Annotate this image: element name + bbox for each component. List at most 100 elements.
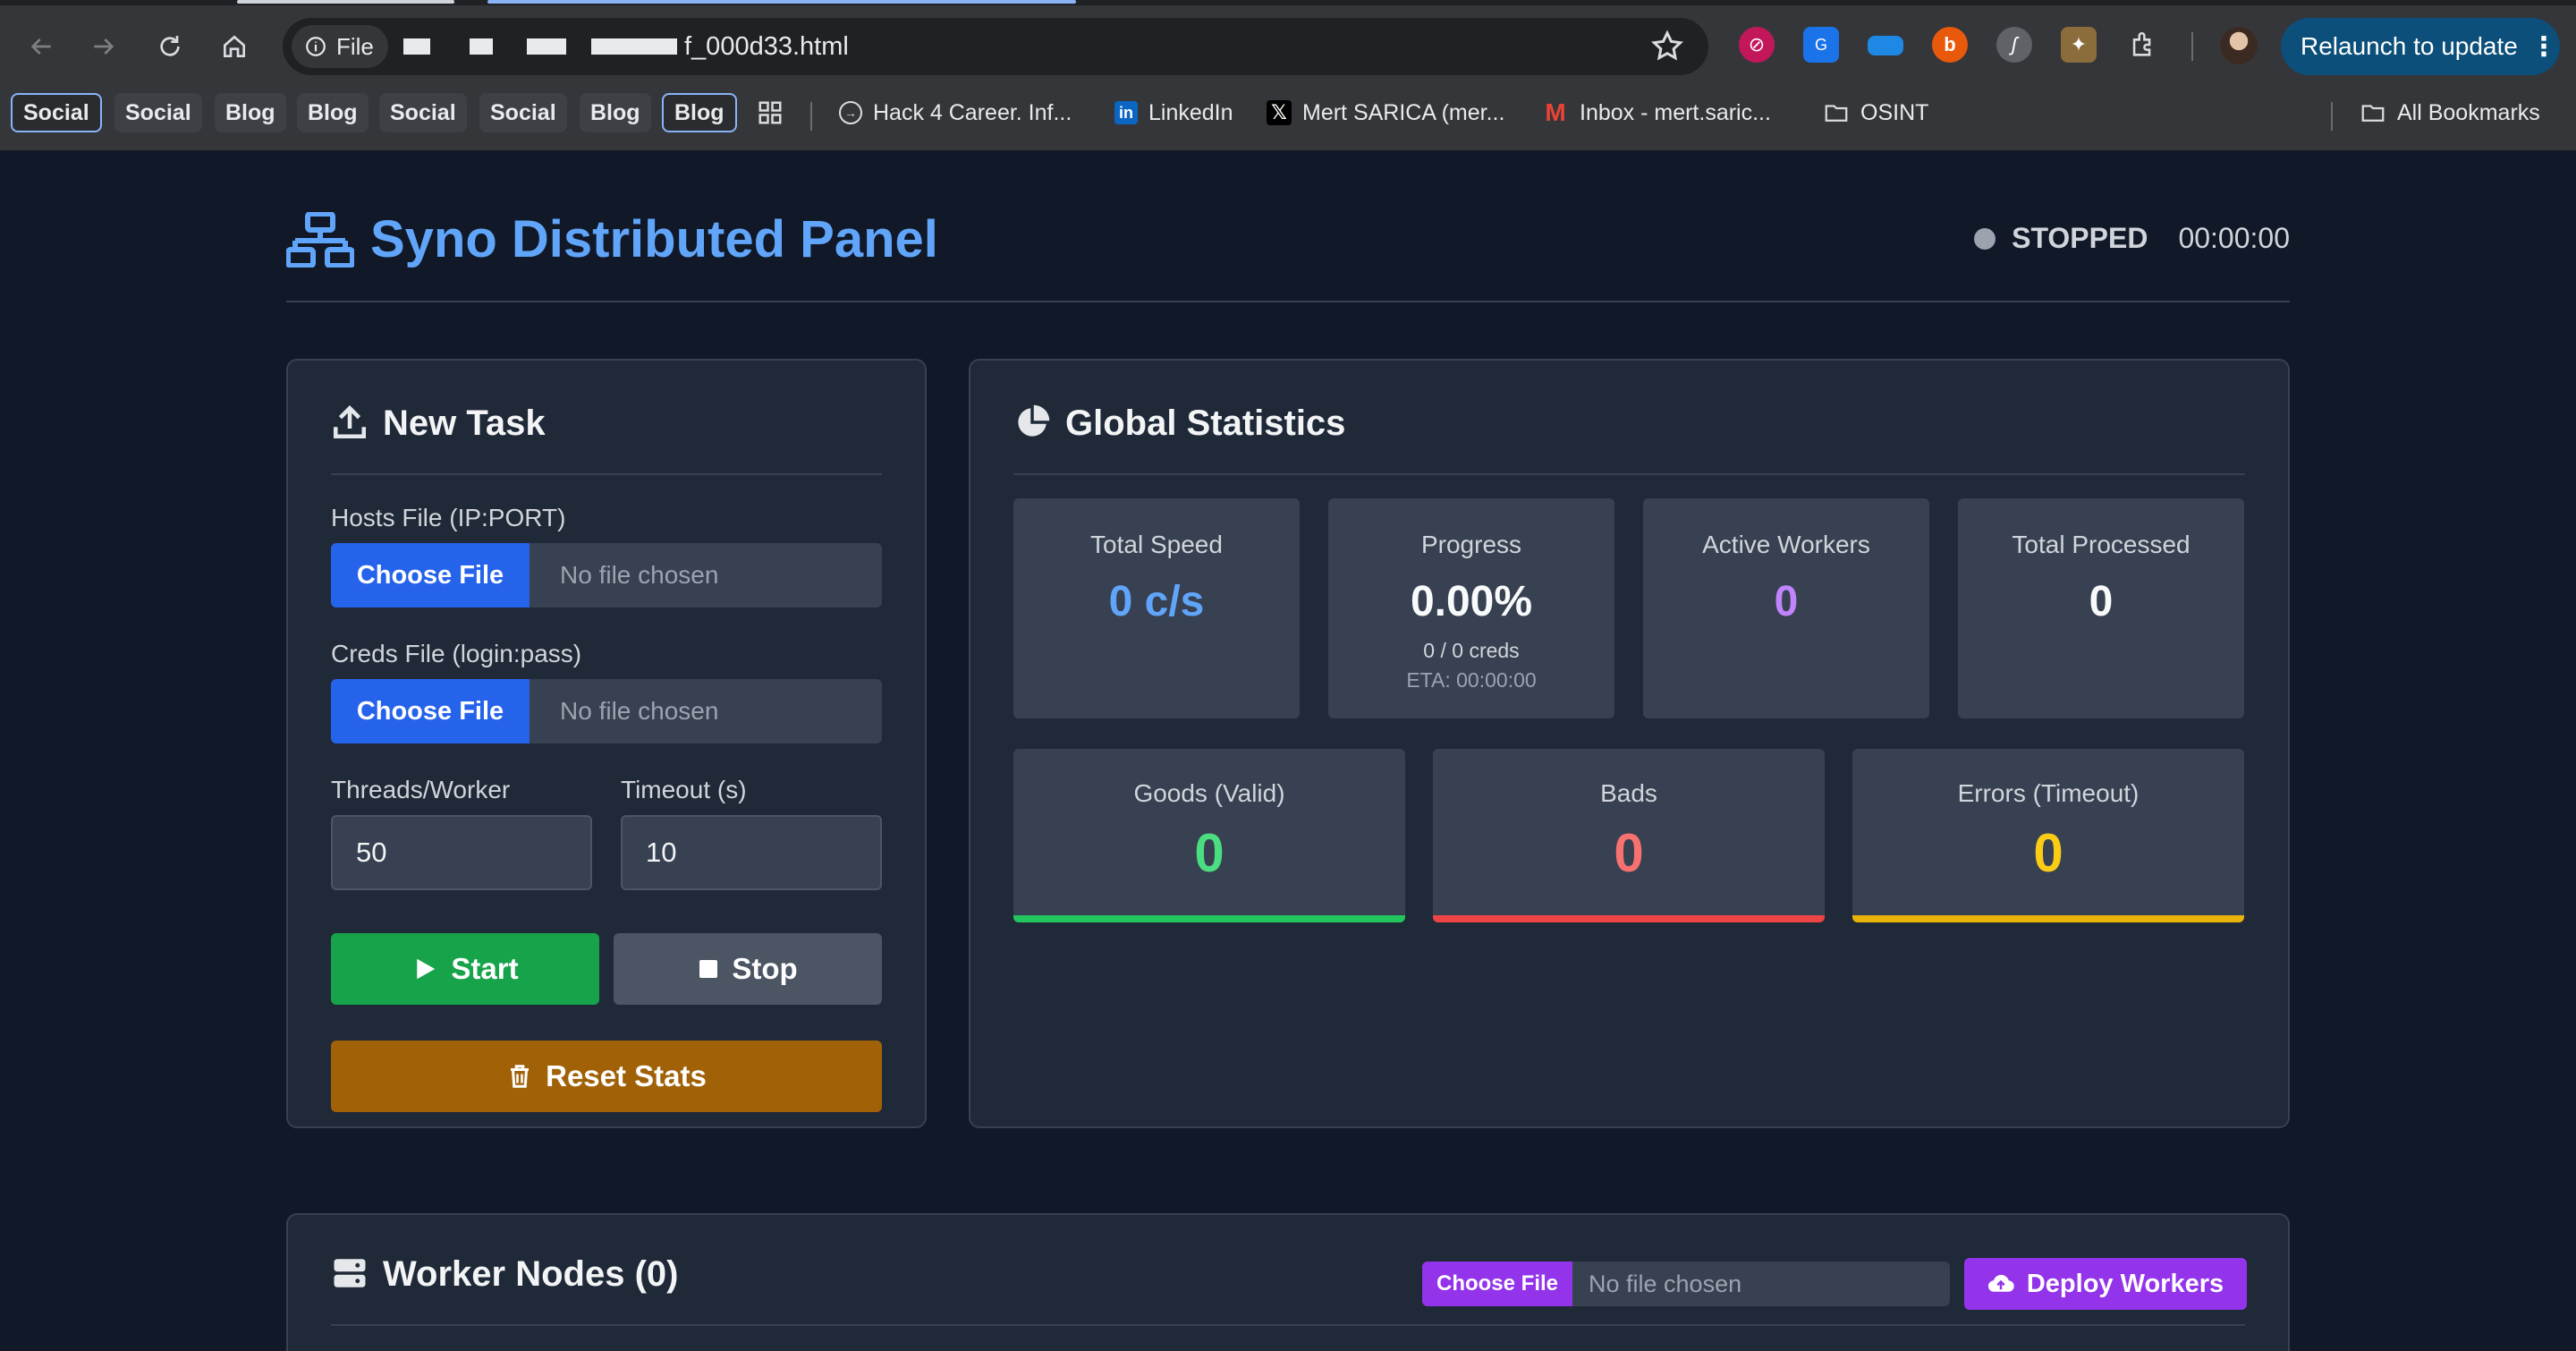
toolbar-separator xyxy=(2191,32,2193,61)
deploy-workers-button[interactable]: Deploy Workers xyxy=(1964,1258,2247,1310)
bookmark-label: Blog xyxy=(674,99,724,125)
global-statistics-header: Global Statistics xyxy=(1013,404,2245,475)
creds-file-status: No file chosen xyxy=(560,697,719,725)
bads-value: 0 xyxy=(1614,823,1644,883)
bookmark-x-profile[interactable]: 𝕏 Mert SARICA (mer... xyxy=(1267,93,1504,132)
tab-strip xyxy=(0,0,2576,5)
reload-button[interactable] xyxy=(147,23,193,70)
redacted-path xyxy=(470,38,493,55)
start-button[interactable]: Start xyxy=(331,933,599,1005)
bookmark-label: Mert SARICA (mer... xyxy=(1302,99,1505,125)
reset-stats-button[interactable]: Reset Stats xyxy=(331,1041,882,1112)
workers-file-input[interactable]: Choose File No file chosen xyxy=(1422,1262,1950,1306)
extension-translate-icon[interactable]: G xyxy=(1803,27,1839,63)
bookmark-label: Blog xyxy=(308,99,358,125)
panel-header: Syno Distributed Panel STOPPED 00:00:00 xyxy=(286,209,2290,302)
back-button[interactable] xyxy=(18,23,64,70)
new-task-title: New Task xyxy=(383,404,546,443)
creds-file-input[interactable]: Choose File No file chosen xyxy=(331,679,882,743)
bookmark-hack4career[interactable]: → Hack 4 Career. Inf... xyxy=(839,93,1072,132)
stop-label: Stop xyxy=(732,952,798,985)
progress-stat: Progress 0.00% 0 / 0 creds ETA: 00:00:00 xyxy=(1328,498,1614,718)
relaunch-update-button[interactable]: Relaunch to update ⋮ xyxy=(2281,18,2560,75)
total-speed-label: Total Speed xyxy=(1090,531,1223,558)
tab-active[interactable] xyxy=(487,0,1076,4)
cloud-upload-icon xyxy=(1987,1274,2014,1292)
bookmark-linkedin[interactable]: in LinkedIn xyxy=(1114,93,1233,132)
workers-choose-file-button[interactable]: Choose File xyxy=(1422,1262,1572,1306)
stop-button[interactable]: Stop xyxy=(614,933,882,1005)
extension-person-icon[interactable]: ✦ xyxy=(2061,27,2097,63)
worker-nodes-header: Worker Nodes (0) xyxy=(331,1254,2245,1326)
all-bookmarks-folder[interactable]: All Bookmarks xyxy=(2360,93,2540,132)
status-text: STOPPED xyxy=(2012,222,2148,254)
hosts-file-input[interactable]: Choose File No file chosen xyxy=(331,543,882,608)
errors-value: 0 xyxy=(2033,823,2063,883)
timeout-input[interactable]: 10 xyxy=(621,815,882,890)
reset-stats-label: Reset Stats xyxy=(546,1059,707,1092)
redacted-path xyxy=(403,38,430,55)
play-icon xyxy=(417,958,436,980)
creds-choose-file-button[interactable]: Choose File xyxy=(331,679,530,743)
trash-icon xyxy=(511,1065,530,1088)
hosts-file-status: No file chosen xyxy=(560,561,719,589)
apps-grid-button[interactable] xyxy=(757,93,794,132)
stop-icon xyxy=(699,960,718,978)
bookmark-folder-osint[interactable]: OSINT xyxy=(1823,93,1928,132)
home-button[interactable] xyxy=(211,23,258,70)
tab-previous[interactable] xyxy=(237,0,454,4)
bookmark-label: Social xyxy=(125,99,191,125)
bookmark-social-4[interactable]: Social xyxy=(479,93,567,132)
hosts-choose-file-button[interactable]: Choose File xyxy=(331,543,530,608)
progress-label: Progress xyxy=(1420,531,1522,558)
bookmark-blog-3[interactable]: Blog xyxy=(580,93,651,132)
extension-feather-icon[interactable]: ʃ xyxy=(1996,27,2032,63)
bookmark-label: OSINT xyxy=(1860,99,1929,125)
apps-grid-icon xyxy=(758,101,782,124)
bookmark-label: Blog xyxy=(590,99,640,125)
address-bar[interactable]: File f_000d33.html xyxy=(283,18,1708,75)
threads-input[interactable]: 50 xyxy=(331,815,592,890)
site-info-chip[interactable]: File xyxy=(292,25,388,68)
bookmark-label: All Bookmarks xyxy=(2397,99,2540,125)
total-processed-value: 0 xyxy=(2089,578,2114,625)
run-status: STOPPED 00:00:00 xyxy=(1974,222,2290,255)
bookmark-label: Social xyxy=(23,99,89,125)
bookmark-social-2[interactable]: Social xyxy=(114,93,202,132)
bookmark-blog-2[interactable]: Blog xyxy=(297,93,369,132)
profile-avatar[interactable] xyxy=(2220,27,2258,64)
bookmark-social-3[interactable]: Social xyxy=(379,93,467,132)
errors-stat: Errors (Timeout) 0 xyxy=(1852,749,2244,922)
bookmark-label: Inbox - mert.saric... xyxy=(1580,99,1771,125)
new-task-header: New Task xyxy=(331,404,882,475)
redacted-path xyxy=(591,38,677,55)
bookmark-gmail-inbox[interactable]: M Inbox - mert.saric... xyxy=(1542,93,1771,132)
bookmark-blog-4[interactable]: Blog xyxy=(662,93,737,132)
hack4career-icon: → xyxy=(839,101,862,124)
bookmark-label: Social xyxy=(390,99,456,125)
extension-b-icon[interactable]: b xyxy=(1932,27,1968,63)
errors-label: Errors (Timeout) xyxy=(1957,779,2140,807)
goods-accent-bar xyxy=(1013,915,1405,922)
bookmark-social-1[interactable]: Social xyxy=(11,93,102,132)
folder-icon xyxy=(1825,105,1848,122)
x-icon: 𝕏 xyxy=(1267,100,1292,125)
goods-stat: Goods (Valid) 0 xyxy=(1013,749,1405,922)
bads-stat: Bads 0 xyxy=(1433,749,1825,922)
extension-window-icon[interactable] xyxy=(1868,36,1903,55)
goods-label: Goods (Valid) xyxy=(1133,779,1285,807)
start-label: Start xyxy=(451,952,519,985)
bookmark-label: LinkedIn xyxy=(1148,99,1233,125)
pie-chart-icon xyxy=(1018,404,1050,437)
bads-label: Bads xyxy=(1600,779,1657,807)
extensions-puzzle-icon[interactable] xyxy=(2125,27,2161,63)
forward-button[interactable] xyxy=(80,23,127,70)
relaunch-label: Relaunch to update xyxy=(2301,32,2518,60)
arrow-right-icon xyxy=(94,38,114,55)
errors-accent-bar xyxy=(1852,915,2244,922)
goods-value: 0 xyxy=(1194,823,1224,883)
bookmark-star-icon[interactable] xyxy=(1649,29,1685,64)
active-workers-label: Active Workers xyxy=(1702,531,1870,558)
extension-privacy-icon[interactable]: ⊘ xyxy=(1739,27,1775,63)
bookmark-blog-1[interactable]: Blog xyxy=(215,93,286,132)
